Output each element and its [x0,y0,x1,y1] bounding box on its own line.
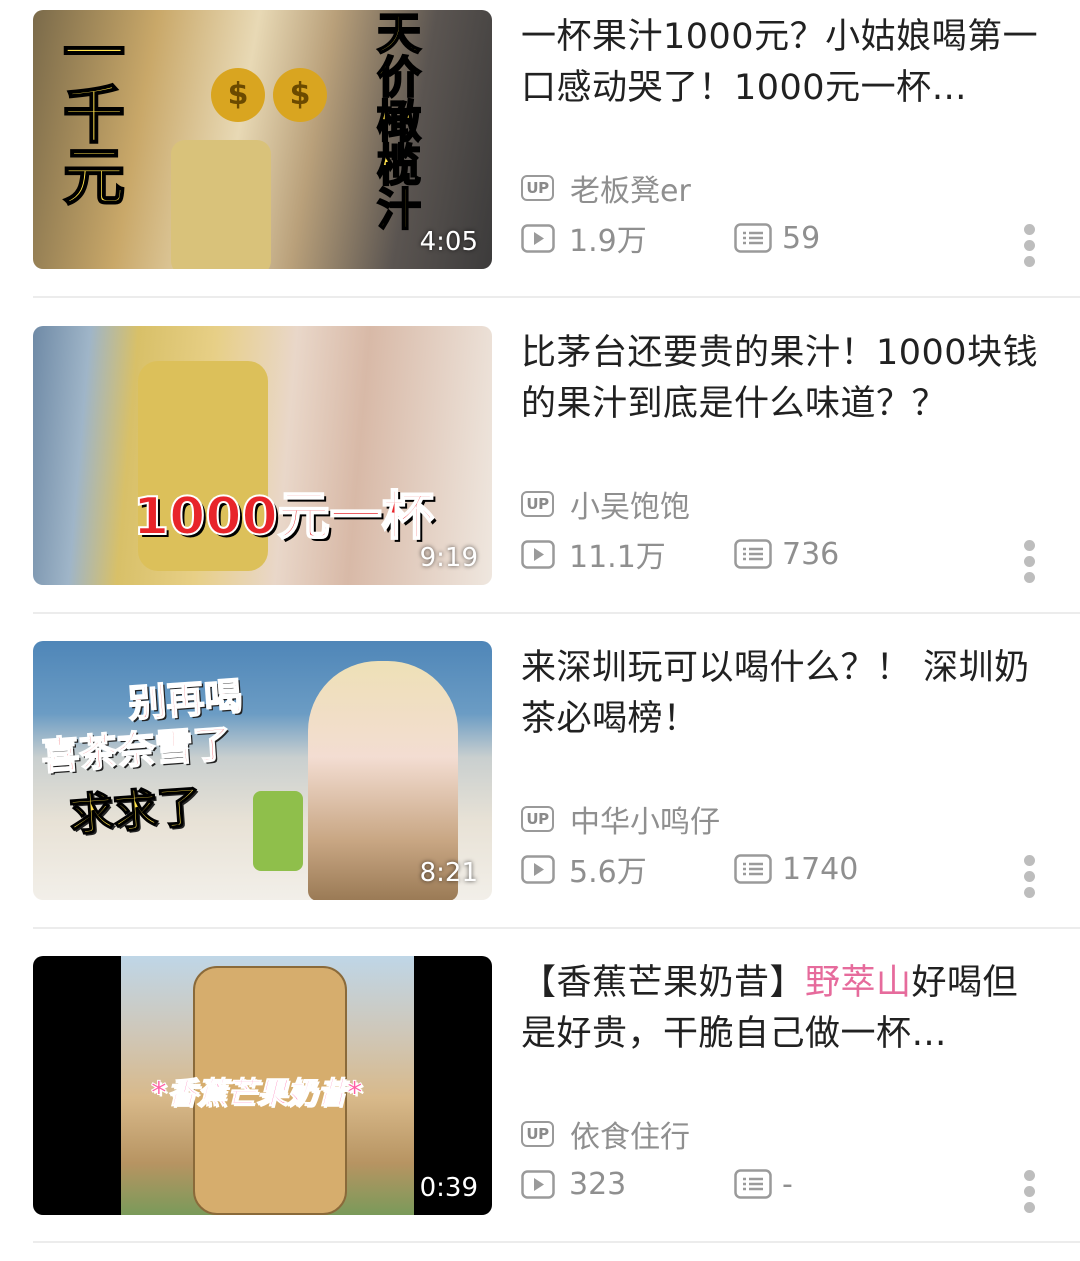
more-options-icon[interactable] [1022,224,1036,270]
play-count-icon [521,539,555,569]
video-stats: 323 - [521,1164,1041,1204]
video-title[interactable]: 来深圳玩可以喝什么？！ 深圳奶茶必喝榜！ [521,643,1051,745]
up-badge-icon: UP [521,1121,554,1147]
juice-bottle [171,140,271,269]
danmaku-icon [734,223,772,253]
divider [33,296,1080,298]
uploader-line[interactable]: UP 小吴饱饱 [521,484,690,525]
uploader-name: 中华小鸣仔 [570,805,720,840]
danmaku-count: - [782,1166,793,1202]
video-thumbnail[interactable]: 别再喝 喜茶奈雪了 求求了 8:21 [33,641,492,900]
uploader-name: 老板凳er [570,174,691,209]
video-card[interactable]: *香蕉芒果奶昔* 0:39 【香蕉芒果奶昔】野萃山好喝但是好贵，干脆自己做一杯…… [0,946,1080,1261]
danmaku-icon [734,539,772,569]
danmaku-count: 1740 [782,851,859,887]
thumbnail-caption: *香蕉芒果奶昔* [150,1076,363,1112]
money-eyes-icon: $ $ [211,68,327,122]
thumbnail-caption: 1000元一杯 [132,486,435,548]
danmaku-icon [734,854,772,884]
play-count-icon [521,223,555,253]
view-count: 11.1万 [569,540,666,575]
view-count: 323 [569,1166,627,1202]
more-options-icon[interactable] [1022,855,1036,901]
video-title[interactable]: 【香蕉芒果奶昔】野萃山好喝但是好贵，干脆自己做一杯… [521,958,1051,1060]
divider [33,927,1080,929]
thumbnail-caption: 天价橄榄汁 [368,10,421,231]
video-card[interactable]: 一千元 天价橄榄汁 $ $ 4:05 一杯果汁1000元？小姑娘喝第一口感动哭了！… [0,0,1080,315]
video-duration: 0:39 [419,1173,478,1203]
uploader-name: 小吴饱饱 [570,490,690,525]
more-options-icon[interactable] [1022,1170,1036,1216]
uploader-line[interactable]: UP 依食住行 [521,1114,690,1155]
view-count: 5.6万 [569,855,647,890]
play-count-icon [521,1169,555,1199]
video-stats: 1.9万 59 [521,218,1041,259]
uploader-line[interactable]: UP 老板凳er [521,168,691,209]
danmaku-count: 59 [782,220,821,256]
up-badge-icon: UP [521,491,554,517]
up-badge-icon: UP [521,806,554,832]
thumbnail-caption: 求求了 [67,781,204,843]
video-title[interactable]: 比茅台还要贵的果汁！1000块钱的果汁到底是什么味道？？ [521,328,1051,430]
video-thumbnail[interactable]: *香蕉芒果奶昔* 0:39 [33,956,492,1215]
video-title[interactable]: 一杯果汁1000元？小姑娘喝第一口感动哭了！1000元一杯… [521,12,1051,114]
danmaku-count: 736 [782,536,840,572]
thumbnail-caption: 一千元 [51,19,126,207]
danmaku-icon [734,1169,772,1199]
video-card[interactable]: 别再喝 喜茶奈雪了 求求了 8:21 来深圳玩可以喝什么？！ 深圳奶茶必喝榜！ … [0,631,1080,946]
view-count: 1.9万 [569,224,647,259]
video-thumbnail[interactable]: 一千元 天价橄榄汁 $ $ 4:05 [33,10,492,269]
play-count-icon [521,854,555,884]
green-drink [253,791,303,871]
video-duration: 8:21 [419,858,478,888]
more-options-icon[interactable] [1022,540,1036,586]
video-stats: 11.1万 736 [521,534,1041,575]
video-duration: 4:05 [419,227,478,257]
divider [33,612,1080,614]
video-stats: 5.6万 1740 [521,849,1041,890]
video-duration: 9:19 [419,543,478,573]
uploader-name: 依食住行 [570,1120,690,1155]
uploader-line[interactable]: UP 中华小鸣仔 [521,799,720,840]
video-card[interactable]: 1000元一杯 9:19 比茅台还要贵的果汁！1000块钱的果汁到底是什么味道？… [0,316,1080,631]
video-thumbnail[interactable]: 1000元一杯 9:19 [33,326,492,585]
up-badge-icon: UP [521,175,554,201]
